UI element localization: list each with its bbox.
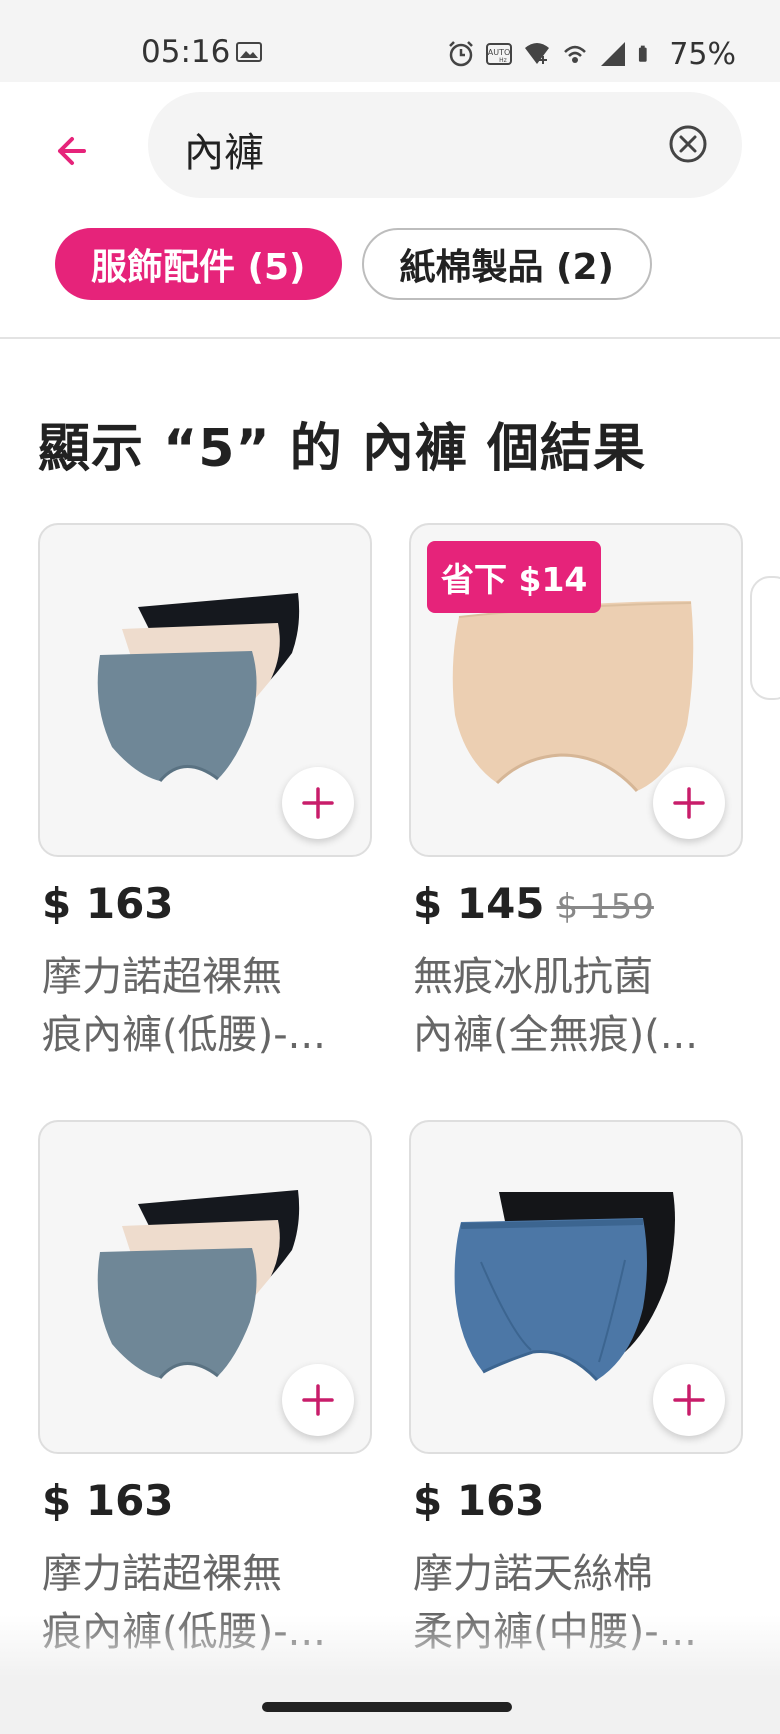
search-header: 內褲 服飾配件 (5) 紙棉製品 (2)	[0, 82, 780, 338]
product-name[interactable]: 無痕冰肌抗菌 內褲(全無痕)(...	[413, 948, 743, 1064]
status-icons: AUTO Hz 75%	[447, 36, 736, 72]
clear-circle-icon[interactable]	[666, 122, 710, 166]
status-time: 05:16	[141, 34, 231, 70]
svg-text:AUTO: AUTO	[488, 48, 511, 57]
product-image[interactable]: 省下 $14	[409, 523, 743, 857]
next-item-peek	[750, 576, 780, 700]
gesture-handle[interactable]	[262, 1702, 512, 1712]
product-name-line: 無痕冰肌抗菌	[413, 954, 653, 1000]
back-button[interactable]	[48, 126, 98, 176]
price-row: $ 145 $ 159	[413, 879, 654, 928]
image-icon	[236, 42, 262, 62]
bottom-fade	[0, 1615, 780, 1675]
signal-icon	[601, 42, 626, 66]
product-image[interactable]	[38, 1120, 372, 1454]
plus-icon	[302, 787, 334, 819]
add-to-cart-button[interactable]	[653, 767, 725, 839]
battery-icon	[639, 45, 647, 62]
svg-text:Hz: Hz	[499, 57, 507, 64]
discount-badge: 省下 $14	[427, 541, 602, 613]
price-row: $ 163	[42, 1476, 174, 1525]
search-query[interactable]: 內褲	[184, 120, 264, 178]
product-name[interactable]: 摩力諾超裸無 痕內褲(低腰)-...	[42, 948, 372, 1064]
status-bar: 05:16 AUTO Hz 75%	[0, 0, 780, 82]
price-row: $ 163	[413, 1476, 545, 1525]
product-name-line: 痕內褲(低腰)-...	[42, 1012, 326, 1058]
product-price: $ 163	[42, 879, 174, 928]
results-title: 顯示 “5” 的 內褲 個結果	[38, 419, 646, 479]
product-price: $ 163	[42, 1476, 174, 1525]
add-to-cart-button[interactable]	[282, 1364, 354, 1436]
product-image[interactable]	[409, 1120, 743, 1454]
product-price: $ 163	[413, 1476, 545, 1525]
filter-chip-paper-products[interactable]: 紙棉製品 (2)	[361, 228, 652, 300]
add-to-cart-button[interactable]	[282, 767, 354, 839]
battery-percent: 75%	[669, 36, 736, 72]
header-divider	[0, 337, 780, 339]
product-name-line: 內褲(全無痕)(...	[413, 1012, 698, 1058]
add-to-cart-button[interactable]	[653, 1364, 725, 1436]
plus-icon	[673, 1384, 705, 1416]
plus-icon	[302, 1384, 334, 1416]
auto-hz-icon: AUTO Hz	[486, 43, 513, 65]
product-name-line: 摩力諾天絲棉	[413, 1551, 653, 1597]
wifi-icon	[525, 43, 550, 64]
product-name-line: 摩力諾超裸無	[42, 1551, 282, 1597]
product-image[interactable]	[38, 523, 372, 857]
original-price: $ 159	[556, 887, 654, 927]
hotspot-icon	[564, 45, 587, 63]
product-name-line: 摩力諾超裸無	[42, 954, 282, 1000]
search-input[interactable]: 內褲	[148, 92, 742, 198]
price-row: $ 163	[42, 879, 174, 928]
filter-chips: 服飾配件 (5) 紙棉製品 (2)	[55, 228, 652, 300]
plus-icon	[673, 787, 705, 819]
filter-chip-apparel[interactable]: 服飾配件 (5)	[55, 228, 342, 300]
alarm-icon	[449, 41, 474, 67]
product-price: $ 145	[413, 879, 545, 928]
